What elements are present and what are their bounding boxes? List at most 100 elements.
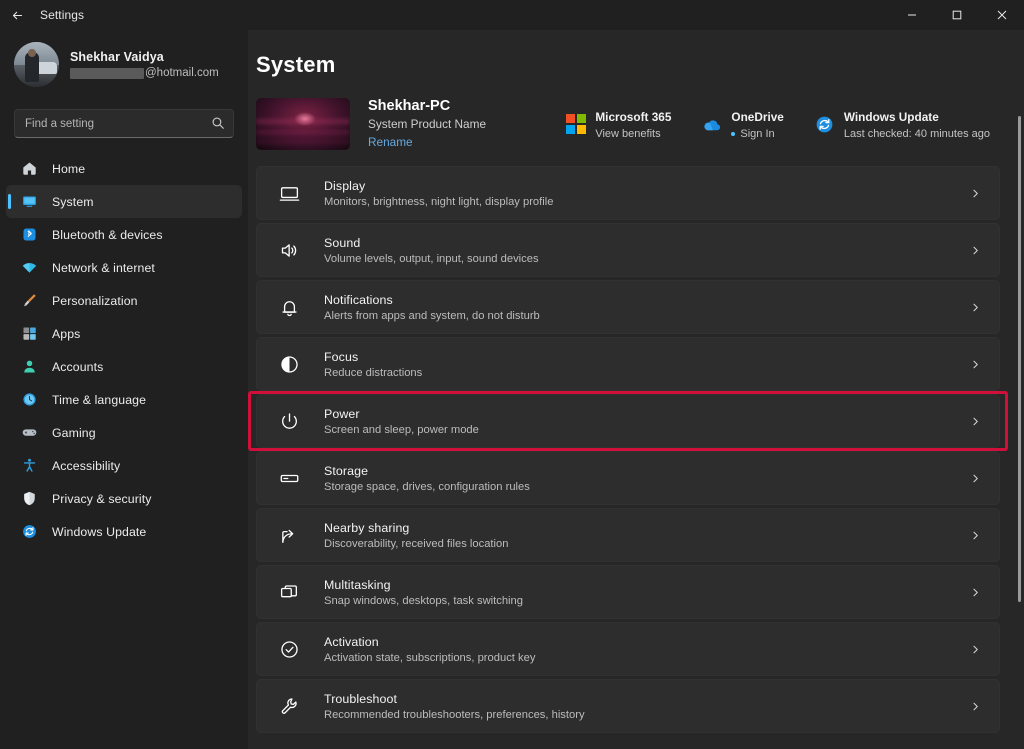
update-icon [20, 523, 38, 541]
desktop-wallpaper-thumbnail [256, 98, 350, 150]
chevron-right-icon [967, 527, 983, 543]
profile-email-suffix: @hotmail.com [145, 67, 219, 79]
service-cards: Microsoft 365 View benefits OneDrive Sign I… [565, 108, 1000, 140]
minimize-button[interactable] [889, 0, 934, 30]
row-title: Sound [324, 235, 361, 250]
settings-list: Display Monitors, brightness, night light… [256, 166, 1000, 733]
sidebar-item-label: Home [52, 161, 86, 176]
chevron-right-icon [967, 470, 983, 486]
row-subtitle: Discoverability, received files location [324, 537, 509, 550]
clock-icon [20, 391, 38, 409]
device-name: Shekhar-PC [368, 97, 451, 114]
sidebar-item-system[interactable]: System [6, 185, 242, 218]
user-profile[interactable]: Shekhar Vaidya @hotmail.com [0, 30, 248, 97]
sidebar-item-accounts[interactable]: Accounts [6, 350, 242, 383]
service-subtitle: View benefits [595, 128, 671, 140]
service-subtitle: Last checked: 40 minutes ago [844, 128, 990, 140]
chevron-right-icon [967, 413, 983, 429]
sound-icon [277, 238, 301, 262]
focus-icon [277, 352, 301, 376]
row-subtitle: Storage space, drives, configuration rul… [324, 480, 530, 493]
sidebar: Shekhar Vaidya @hotmail.com Home System Bl… [0, 30, 248, 749]
display-icon [277, 181, 301, 205]
shield-icon [20, 490, 38, 508]
content-area: System Shekhar-PC System Product Name Re… [248, 30, 1024, 749]
avatar [14, 42, 59, 87]
settings-row-power[interactable]: Power Screen and sleep, power mode [256, 394, 1000, 448]
row-subtitle: Activation state, subscriptions, product… [324, 651, 536, 664]
settings-row-sound[interactable]: Sound Volume levels, output, input, sound… [256, 223, 1000, 277]
settings-row-activation[interactable]: Activation Activation state, subscription… [256, 622, 1000, 676]
content-scrollbar[interactable] [1018, 116, 1021, 602]
active-indicator [8, 194, 11, 209]
navigation-list: Home System Bluetooth & devices Network & i… [0, 152, 248, 548]
row-title: Storage [324, 463, 369, 478]
sidebar-item-home[interactable]: Home [6, 152, 242, 185]
service-subtitle-text: Last checked: 40 minutes ago [843, 128, 990, 140]
service-card-onedrive[interactable]: OneDrive Sign In [701, 108, 784, 140]
row-title: Multitasking [324, 577, 391, 592]
row-subtitle: Monitors, brightness, night light, displ… [324, 195, 554, 208]
maximize-button[interactable] [934, 0, 979, 30]
sidebar-item-time-language[interactable]: Time & language [6, 383, 242, 416]
sidebar-item-bluetooth-devices[interactable]: Bluetooth & devices [6, 218, 242, 251]
sidebar-item-label: Privacy & security [52, 491, 152, 506]
device-product-name: System Product Name [368, 116, 487, 131]
gamepad-icon [20, 424, 38, 442]
service-title: OneDrive [731, 110, 784, 124]
sidebar-item-label: System [52, 194, 94, 209]
settings-row-focus[interactable]: Focus Reduce distractions [256, 337, 1000, 391]
service-subtitle-text: View benefits [595, 128, 661, 140]
sidebar-item-windows-update[interactable]: Windows Update [6, 515, 242, 548]
sidebar-item-label: Gaming [52, 425, 96, 440]
title-bar: Settings [0, 0, 1024, 30]
service-subtitle-text: Sign In [740, 128, 775, 140]
row-subtitle: Volume levels, output, input, sound devi… [324, 252, 539, 265]
settings-row-notifications[interactable]: Notifications Alerts from apps and system… [256, 280, 1000, 334]
bell-icon [277, 295, 301, 319]
storage-icon [277, 466, 301, 490]
sidebar-item-gaming[interactable]: Gaming [6, 416, 242, 449]
service-card-windows-update[interactable]: Windows Update Last checked: 40 minutes a… [814, 108, 990, 140]
sidebar-item-personalization[interactable]: Personalization [6, 284, 242, 317]
settings-window: Settings Shekhar Vaidya @hotmail.com Fin… [0, 0, 1024, 749]
redacted-email-block [70, 67, 144, 79]
sidebar-item-label: Accounts [52, 359, 104, 374]
settings-row-display[interactable]: Display Monitors, brightness, night light… [256, 166, 1000, 220]
back-button[interactable] [0, 0, 34, 30]
service-subtitle: Sign In [731, 128, 783, 140]
chevron-right-icon [967, 242, 983, 258]
activation-icon [277, 637, 301, 661]
search-container [14, 109, 234, 138]
close-button[interactable] [979, 0, 1024, 30]
device-summary: Shekhar-PC System Product Name Rename Mi… [256, 96, 1000, 152]
window-controls [889, 0, 1024, 30]
search-input[interactable] [14, 109, 234, 138]
sidebar-item-apps[interactable]: Apps [6, 317, 242, 350]
settings-row-multitasking[interactable]: Multitasking Snap windows, desktops, task… [256, 565, 1000, 619]
row-title: Notifications [324, 292, 393, 307]
wifi-icon [20, 259, 38, 277]
profile-name: Shekhar Vaidya [70, 50, 164, 64]
row-title: Focus [324, 349, 359, 364]
service-title: Microsoft 365 [595, 110, 672, 124]
settings-row-nearby-sharing[interactable]: Nearby sharing Discoverability, received … [256, 508, 1000, 562]
rename-link[interactable]: Rename [368, 135, 413, 149]
row-subtitle: Recommended troubleshooters, preferences… [324, 708, 585, 721]
chevron-right-icon [967, 584, 983, 600]
settings-row-troubleshoot[interactable]: Troubleshoot Recommended troubleshooters,… [256, 679, 1000, 733]
troubleshoot-icon [277, 694, 301, 718]
sidebar-item-label: Apps [52, 326, 81, 341]
paintbrush-icon [20, 292, 38, 310]
sidebar-item-label: Windows Update [52, 524, 147, 539]
home-icon [20, 160, 38, 178]
sidebar-item-privacy-security[interactable]: Privacy & security [6, 482, 242, 515]
sidebar-item-accessibility[interactable]: Accessibility [6, 449, 242, 482]
sidebar-item-label: Network & internet [52, 260, 155, 275]
power-icon [277, 409, 301, 433]
sidebar-item-network-internet[interactable]: Network & internet [6, 251, 242, 284]
microsoft-365-icon [565, 114, 586, 134]
row-title: Power [324, 406, 360, 421]
settings-row-storage[interactable]: Storage Storage space, drives, configurat… [256, 451, 1000, 505]
service-card-microsoft-365[interactable]: Microsoft 365 View benefits [565, 108, 671, 140]
